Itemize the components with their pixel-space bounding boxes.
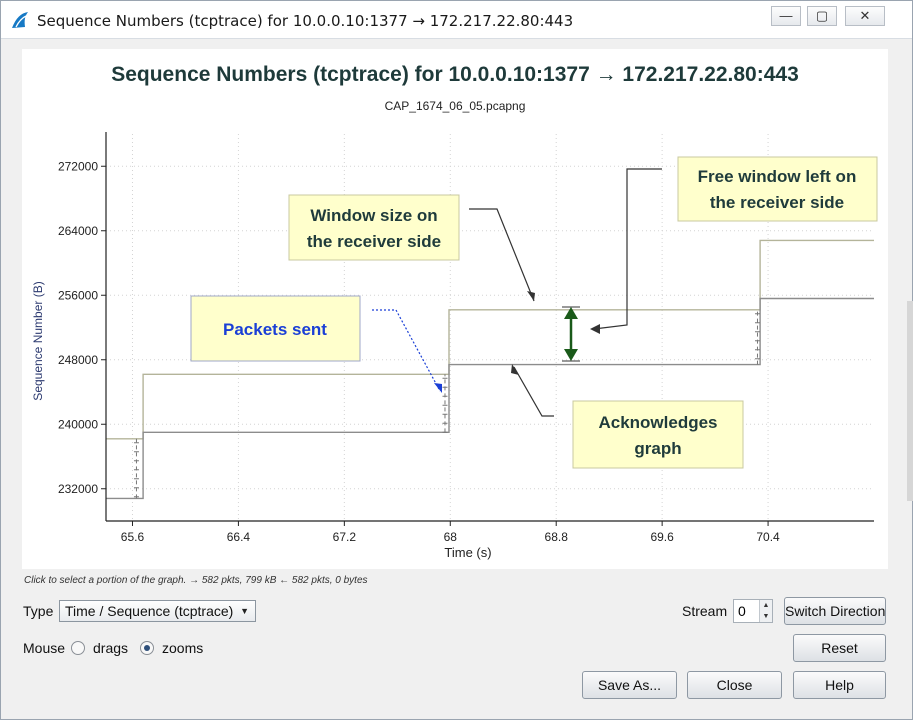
annotation-line: the receiver side [710,193,844,212]
arrow-down-icon [564,349,578,361]
y-axis-label: Sequence Number (B) [31,281,45,400]
annotation-line: Acknowledges [598,413,717,432]
y-tick-label: 264000 [58,224,98,238]
sequence-graph[interactable]: Sequence Numbers (tcptrace) for 10.0.0.1… [22,49,888,569]
x-tick-label: 67.2 [333,530,357,544]
window-title: Sequence Numbers (tcptrace) for 10.0.0.1… [37,12,574,30]
x-tick-label: 69.6 [650,530,674,544]
stream-label: Stream [682,603,728,619]
annotation-acknowledges: Acknowledges graph [572,400,744,469]
dropdown-arrow-icon: ▼ [240,606,249,616]
selection-hint: Click to select a portion of the graph. … [24,575,368,586]
arrowhead-icon [434,383,442,393]
arrowhead-icon [511,364,519,375]
free-window-connector [593,168,662,330]
arrow-up-icon [564,307,578,319]
annotation-line: Packets sent [223,320,327,339]
mouse-label: Mouse [23,640,66,656]
maximize-button[interactable]: ▢ [807,6,837,26]
close-button[interactable]: Close [687,671,782,699]
chart-title: Sequence Numbers (tcptrace) for 10.0.0.1… [111,63,799,86]
drags-label[interactable]: drags [93,640,128,656]
help-button[interactable]: Help [793,671,886,699]
type-select-value: Time / Sequence (tcptrace) [65,603,234,619]
title-bar[interactable]: Sequence Numbers (tcptrace) for 10.0.0.1… [1,1,912,39]
y-tick-label: 248000 [58,353,98,367]
type-label: Type [23,603,54,619]
annotation-line: Free window left on [698,167,857,186]
annotation-free-window: Free window left on the receiver side [677,156,878,222]
type-select[interactable]: Time / Sequence (tcptrace) ▼ [59,600,256,622]
dialog-window: Sequence Numbers (tcptrace) for 10.0.0.1… [0,0,913,720]
save-as-button[interactable]: Save As... [582,671,677,699]
zooms-label[interactable]: zooms [162,640,203,656]
y-tick-label: 240000 [58,417,98,431]
arrowhead-icon [527,291,535,301]
x-tick-label: 68 [444,530,458,544]
x-tick-label: 66.4 [227,530,251,544]
acknowledges-connector [513,366,554,417]
spin-up-icon[interactable]: ▲ [760,600,772,611]
annotation-line: Window size on [310,206,437,225]
switch-direction-button[interactable]: Switch Direction [784,597,886,625]
annotation-line: the receiver side [307,232,441,251]
annotation-packets-sent: Packets sent [190,295,361,362]
y-tick-label: 256000 [58,288,98,302]
window-size-connector [469,208,535,302]
spin-down-icon[interactable]: ▼ [760,611,772,622]
packets-sent-connector [372,309,441,392]
drags-radio[interactable] [71,641,85,655]
minimize-button[interactable]: — [771,6,801,26]
x-axis-label: Time (s) [444,545,491,560]
stream-value: 0 [738,603,746,619]
spin-buttons[interactable]: ▲ ▼ [759,600,772,622]
graph-panel[interactable]: Sequence Numbers (tcptrace) for 10.0.0.1… [22,49,888,569]
free-window-gap-arrow [562,306,580,362]
series-lines [106,239,874,500]
annotation-window-size: Window size on the receiver side [288,194,460,261]
arrowhead-icon [590,324,600,334]
chart-subtitle: CAP_1674_06_05.pcapng [385,99,526,113]
reset-button[interactable]: Reset [793,634,886,662]
x-tick-label: 65.6 [121,530,145,544]
y-tick-label: 232000 [58,482,98,496]
window-edge [907,301,913,501]
x-tick-label: 70.4 [756,530,780,544]
annotation-line: graph [634,439,681,458]
x-tick-label: 68.8 [545,530,569,544]
close-window-button[interactable]: ✕ [845,6,885,26]
zooms-radio[interactable] [140,641,154,655]
stream-spinbox[interactable]: 0 ▲ ▼ [733,599,773,623]
wireshark-fin-icon [12,12,28,28]
y-tick-label: 272000 [58,159,98,173]
